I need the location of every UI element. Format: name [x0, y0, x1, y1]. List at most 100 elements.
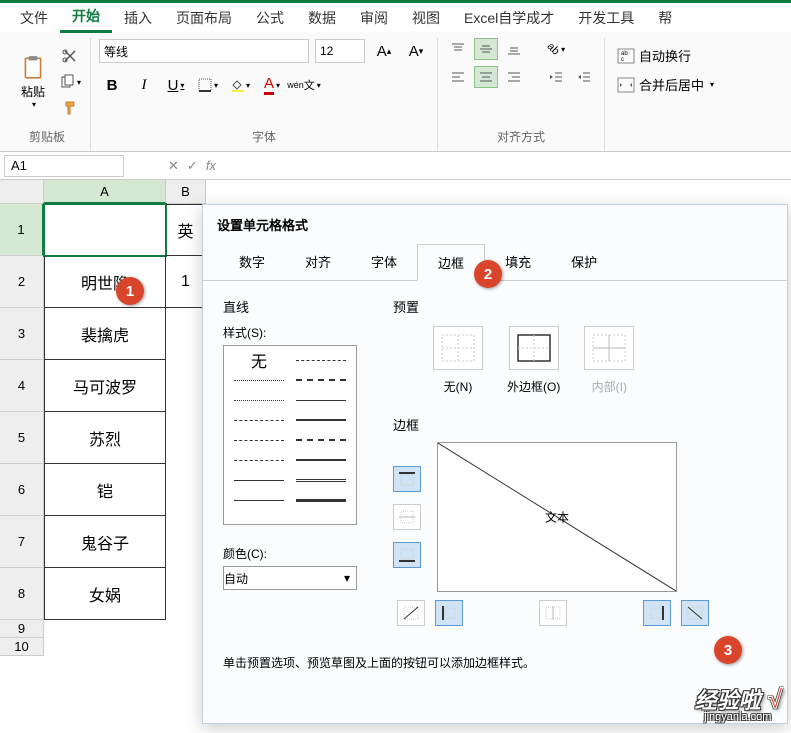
borders-button[interactable]: ▾	[195, 72, 221, 98]
menu-custom[interactable]: Excel自学成才	[452, 4, 566, 32]
copy-button[interactable]: ▾	[58, 72, 82, 92]
border-diag-up-button[interactable]	[397, 600, 425, 626]
color-select[interactable]: 自动▾	[223, 566, 357, 590]
font-family-select[interactable]	[99, 39, 309, 63]
border-hmid-button[interactable]	[393, 504, 421, 530]
menu-home[interactable]: 开始	[60, 2, 112, 33]
row-header-2[interactable]: 2	[0, 256, 44, 308]
tab-protection[interactable]: 保护	[551, 244, 617, 280]
border-left-icon	[439, 604, 459, 622]
wrap-text-button[interactable]: abc 自动换行	[613, 44, 695, 67]
italic-button[interactable]: I	[131, 72, 157, 98]
menu-formulas[interactable]: 公式	[244, 4, 296, 32]
preset-inside-label: 内部(I)	[592, 378, 627, 395]
border-right-icon	[647, 604, 667, 622]
align-left-icon	[451, 70, 465, 84]
merge-icon	[617, 77, 635, 93]
font-size-select[interactable]	[315, 39, 365, 63]
preset-inside-button[interactable]: 内部(I)	[584, 326, 634, 395]
cancel-icon[interactable]: ✕	[168, 158, 179, 174]
row-header-7[interactable]: 7	[0, 516, 44, 568]
border-right-button[interactable]	[643, 600, 671, 626]
menu-view[interactable]: 视图	[400, 4, 452, 32]
decrease-indent-button[interactable]	[544, 66, 568, 88]
col-header-a[interactable]: A	[44, 180, 166, 204]
tab-font[interactable]: 字体	[351, 244, 417, 280]
bold-button[interactable]: B	[99, 72, 125, 98]
wrap-merge-group: abc 自动换行 合并后居中 ▾	[605, 38, 726, 151]
cell-a3[interactable]: 裴擒虎	[44, 308, 166, 360]
menu-insert[interactable]: 插入	[112, 4, 164, 32]
cell-a7[interactable]: 鬼谷子	[44, 516, 166, 568]
border-left-button[interactable]	[435, 600, 463, 626]
tab-number[interactable]: 数字	[219, 244, 285, 280]
row-header-8[interactable]: 8	[0, 568, 44, 620]
scissors-icon	[62, 48, 78, 64]
align-center-button[interactable]	[474, 66, 498, 88]
menu-data[interactable]: 数据	[296, 4, 348, 32]
cell-a4[interactable]: 马可波罗	[44, 360, 166, 412]
format-painter-button[interactable]	[58, 98, 82, 118]
fx-icon[interactable]: fx	[206, 158, 216, 173]
select-all-corner[interactable]	[0, 180, 44, 204]
menu-help[interactable]: 帮	[646, 4, 684, 32]
underline-button[interactable]: U▾	[163, 72, 189, 98]
font-group: A▴ A▾ B I U▾ ▾ ▾ A▾ wén文▾ 字体	[91, 38, 438, 151]
cell-a5[interactable]: 苏烈	[44, 412, 166, 464]
font-color-button[interactable]: A▾	[259, 72, 285, 98]
border-diag-down-button[interactable]	[681, 600, 709, 626]
confirm-icon[interactable]: ✓	[187, 158, 198, 174]
fill-color-button[interactable]: ▾	[227, 72, 253, 98]
align-bottom-button[interactable]	[502, 38, 526, 60]
menu-review[interactable]: 审阅	[348, 4, 400, 32]
cell-a2[interactable]: 明世隐	[44, 256, 166, 308]
annotation-badge-1: 1	[116, 277, 144, 305]
decrease-font-button[interactable]: A▾	[403, 38, 429, 64]
align-right-button[interactable]	[502, 66, 526, 88]
preset-outline-button[interactable]: 外边框(O)	[507, 326, 560, 395]
preset-none-button[interactable]: 无(N)	[433, 326, 483, 395]
wrap-icon: abc	[617, 48, 635, 64]
row-header-4[interactable]: 4	[0, 360, 44, 412]
preset-inside-icon	[591, 333, 627, 363]
row-header-1[interactable]: 1	[0, 204, 44, 256]
menu-page-layout[interactable]: 页面布局	[164, 4, 244, 32]
merge-center-button[interactable]: 合并后居中 ▾	[613, 73, 718, 96]
brush-icon	[62, 100, 78, 116]
cut-button[interactable]	[58, 46, 82, 66]
paste-label: 粘贴	[21, 83, 45, 100]
row-header-9[interactable]: 9	[0, 620, 44, 638]
menu-developer[interactable]: 开发工具	[566, 4, 646, 32]
alignment-group: ab▾ 对齐方式	[438, 38, 605, 151]
line-style-list[interactable]: 无	[223, 345, 357, 525]
row-header-3[interactable]: 3	[0, 308, 44, 360]
border-icon	[198, 78, 212, 92]
tab-alignment[interactable]: 对齐	[285, 244, 351, 280]
paste-button[interactable]: 粘贴 ▾	[12, 47, 54, 117]
border-preview[interactable]: 文本	[437, 442, 677, 592]
phonetic-button[interactable]: wén文▾	[291, 72, 317, 98]
border-bottom-icon	[397, 546, 417, 564]
line-none-label[interactable]: 无	[228, 350, 290, 370]
menu-file[interactable]: 文件	[8, 4, 60, 32]
col-header-b[interactable]: B	[166, 180, 206, 204]
align-left-button[interactable]	[446, 66, 470, 88]
cell-a8[interactable]: 女娲	[44, 568, 166, 620]
cell-a1[interactable]	[44, 204, 166, 256]
border-bottom-button[interactable]	[393, 542, 421, 568]
border-vmid-button[interactable]	[539, 600, 567, 626]
align-right-icon	[507, 70, 521, 84]
name-box[interactable]	[4, 155, 124, 177]
increase-indent-button[interactable]	[572, 66, 596, 88]
cell-b2[interactable]: 1	[166, 256, 206, 308]
increase-font-button[interactable]: A▴	[371, 38, 397, 64]
cell-b1[interactable]: 英	[166, 204, 206, 256]
cell-a6[interactable]: 铠	[44, 464, 166, 516]
orientation-button[interactable]: ab▾	[544, 38, 568, 60]
align-top-button[interactable]	[446, 38, 470, 60]
border-top-button[interactable]	[393, 466, 421, 492]
row-header-10[interactable]: 10	[0, 638, 44, 656]
align-middle-button[interactable]	[474, 38, 498, 60]
row-header-5[interactable]: 5	[0, 412, 44, 464]
row-header-6[interactable]: 6	[0, 464, 44, 516]
